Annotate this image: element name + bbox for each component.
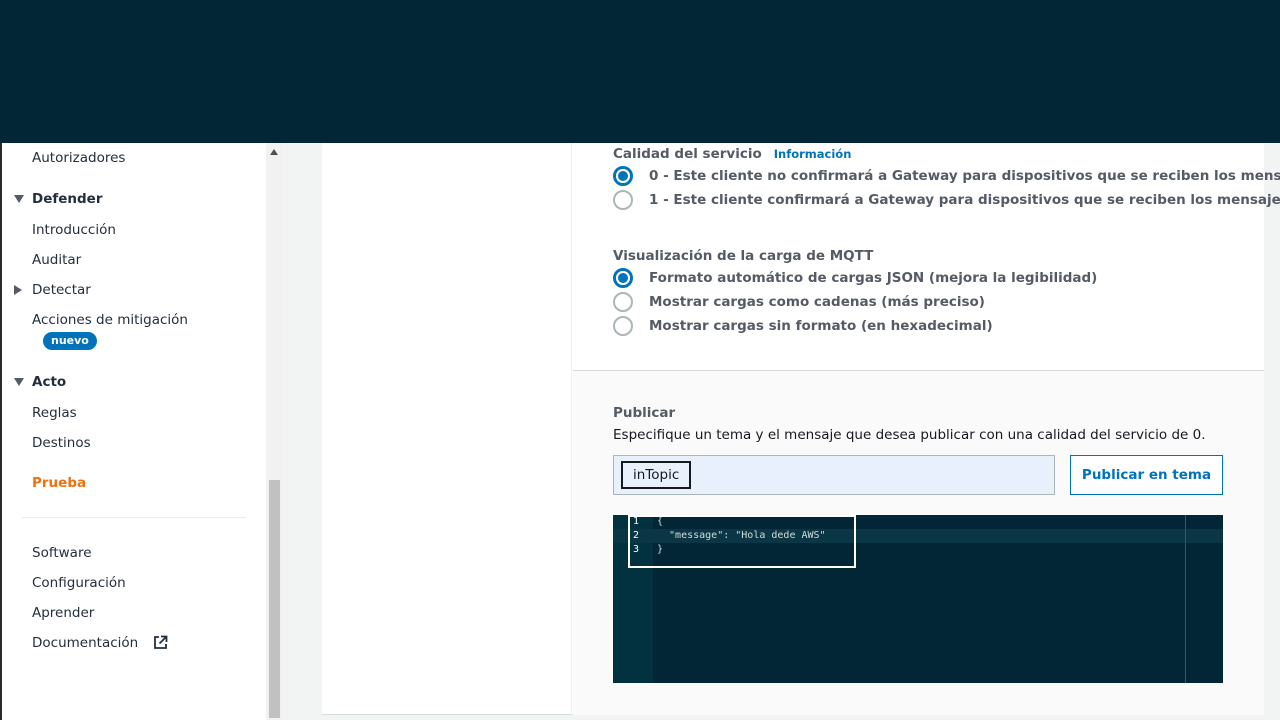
sidebar-item-label: Documentación [32,635,139,651]
settings-section: Calidad del servicio Información 0 - Este… [573,143,1280,370]
sidebar-item-acciones-mitigacion[interactable]: Acciones de mitigación [32,312,188,328]
sidebar-group-label: Defender [32,191,103,207]
info-link[interactable]: Información [774,147,852,161]
radio-unchecked[interactable] [613,292,633,312]
publish-title: Publicar [613,405,676,421]
radio-unchecked[interactable] [613,316,633,336]
topic-input[interactable]: inTopic [613,455,1055,495]
caret-down-icon [14,378,24,386]
payload-option-json[interactable]: Formato automático de cargas JSON (mejor… [613,268,1097,288]
sidebar-item-aprender[interactable]: Aprender [32,605,94,621]
qos-option-label: 0 - Este cliente no confirmará a Gateway… [649,168,1280,184]
console-header [0,0,1280,143]
payload-display-label: Visualización de la carga de MQTT [613,248,874,264]
caret-right-icon [14,285,22,295]
radio-unchecked[interactable] [613,190,633,210]
topic-value[interactable]: inTopic [621,461,692,489]
new-badge: nuevo [43,332,97,350]
sidebar-item-documentacion[interactable]: Documentación [32,635,168,651]
publish-description: Especifique un tema y el mensaje que des… [613,427,1206,443]
sidebar-item-prueba[interactable]: Prueba [32,475,86,491]
qos-option-0[interactable]: 0 - Este cliente no confirmará a Gateway… [613,166,1280,186]
sidebar-scrollbar[interactable] [266,143,283,720]
radio-checked[interactable] [613,166,633,186]
payload-option-label: Formato automático de cargas JSON (mejor… [649,270,1098,286]
scroll-up-arrow-icon[interactable] [270,149,278,155]
sidebar-item-reglas[interactable]: Reglas [32,405,77,421]
subscriptions-column [322,143,572,715]
publish-section: Publicar Especifique un tema y el mensaj… [573,370,1264,715]
sidebar-item-configuracion[interactable]: Configuración [32,575,126,591]
sidebar-item-label: Detectar [32,282,91,298]
payload-option-hex[interactable]: Mostrar cargas sin formato (en hexadecim… [613,316,993,336]
publish-to-topic-button[interactable]: Publicar en tema [1070,455,1223,495]
editor-focus-outline [628,515,856,568]
qos-label: Calidad del servicio Información [613,146,851,162]
qos-option-label: 1 - Este cliente confirmará a Gateway pa… [649,192,1280,208]
sidebar-item-software[interactable]: Software [32,545,92,561]
sidebar-group-acto[interactable]: Acto [14,374,66,390]
qos-label-text: Calidad del servicio [613,146,762,162]
sidebar-item-detectar[interactable]: Detectar [14,282,91,298]
sidebar: Autorizadores Defender Introducción Audi… [0,143,283,720]
radio-checked[interactable] [613,268,633,288]
sidebar-item-destinos[interactable]: Destinos [32,435,91,451]
sidebar-item-autorizadores[interactable]: Autorizadores [32,150,125,166]
external-link-icon [153,635,167,649]
caret-down-icon [14,195,24,203]
mqtt-test-panel: Calidad del servicio Información 0 - Este… [322,143,1280,715]
sidebar-group-defender[interactable]: Defender [14,191,102,207]
sidebar-item-auditar[interactable]: Auditar [32,252,81,268]
message-editor[interactable]: 1 { 2 "message": "Hola dede AWS" 3 } [613,515,1223,683]
editor-print-margin [1185,515,1186,683]
payload-option-string[interactable]: Mostrar cargas como cadenas (más preciso… [613,292,985,312]
payload-option-label: Mostrar cargas como cadenas (más preciso… [649,294,985,310]
scrollbar-thumb[interactable] [269,480,280,718]
qos-option-1[interactable]: 1 - Este cliente confirmará a Gateway pa… [613,190,1280,210]
sidebar-group-label: Acto [32,374,67,390]
sidebar-divider [22,517,246,518]
payload-option-label: Mostrar cargas sin formato (en hexadecim… [649,318,993,334]
sidebar-item-introduccion[interactable]: Introducción [32,222,116,238]
